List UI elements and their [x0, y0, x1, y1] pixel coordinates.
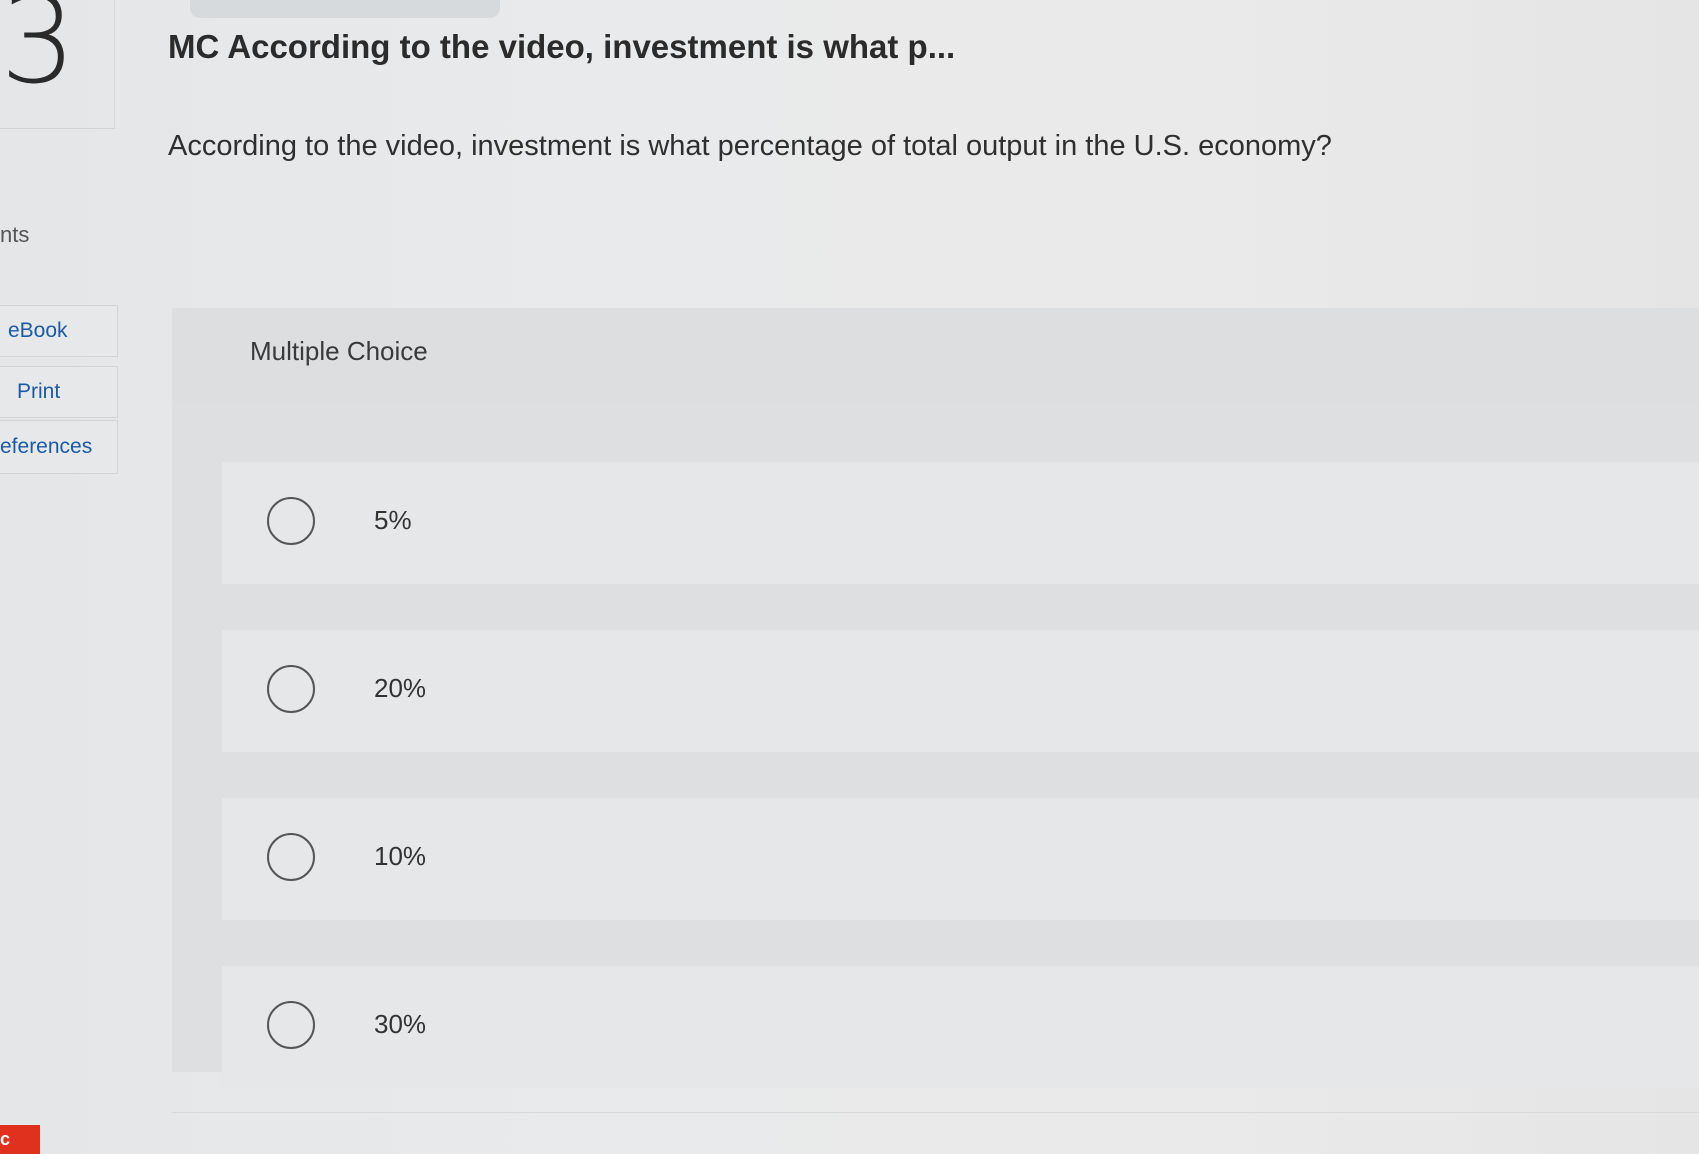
question-prompt: According to the video, investment is wh… [168, 130, 1332, 162]
bottom-divider [172, 1112, 1699, 1113]
question-title: MC According to the video, investment is… [168, 28, 956, 65]
print-button[interactable]: Print [0, 366, 118, 418]
ebook-button-label: eBook [8, 319, 68, 342]
answer-option[interactable]: 20% [222, 630, 1699, 752]
top-tab-remnant [190, 0, 500, 18]
radio-button[interactable] [267, 665, 315, 713]
rail-divider [0, 128, 115, 129]
radio-button[interactable] [267, 1001, 315, 1049]
points-label: nts [0, 222, 30, 247]
references-button[interactable]: eferences [0, 420, 118, 474]
answer-option[interactable]: 30% [222, 966, 1699, 1088]
answer-option[interactable]: 10% [222, 798, 1699, 920]
radio-button[interactable] [267, 497, 315, 545]
rail-divider-vertical [114, 0, 115, 128]
references-button-label: eferences [0, 435, 93, 458]
answer-option-text: 5% [374, 505, 412, 535]
ebook-button[interactable]: eBook [0, 305, 118, 357]
red-corner-badge[interactable]: c [0, 1125, 40, 1154]
red-corner-glyph: c [0, 1129, 11, 1149]
answer-option-text: 20% [374, 673, 427, 703]
radio-button[interactable] [267, 833, 315, 881]
print-button-label: Print [17, 380, 61, 403]
answer-option-text: 30% [374, 1009, 427, 1039]
answer-option[interactable]: 5% [222, 462, 1699, 584]
question-number: 3 [0, 0, 77, 111]
answer-option-text: 10% [374, 841, 427, 871]
multiple-choice-label: Multiple Choice [250, 336, 428, 366]
